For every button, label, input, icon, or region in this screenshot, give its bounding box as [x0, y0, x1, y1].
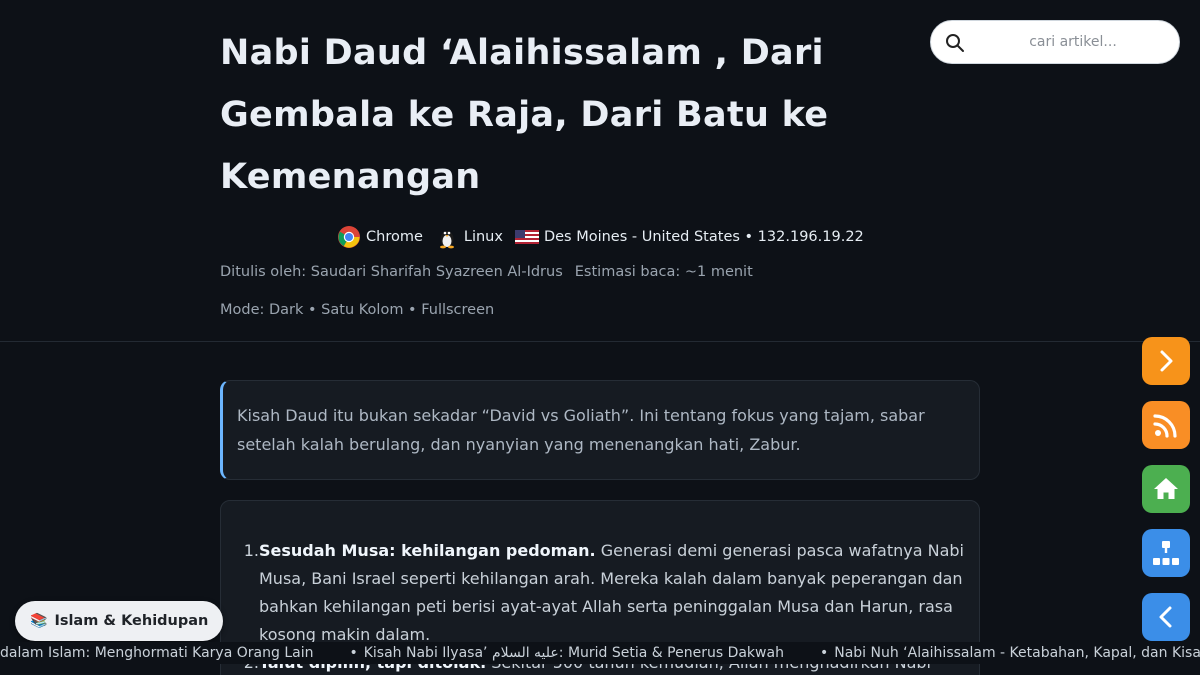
ticker-item[interactable]: Kisah Nabi Ilyasa’ عليه السلام: Murid Se…: [364, 642, 784, 664]
article-title: Nabi Daud ‘Alaihissalam , Dari Gembala k…: [220, 33, 829, 197]
list-item: 1. Sesudah Musa: kehilangan pedoman. Gen…: [237, 537, 967, 649]
home-button[interactable]: [1142, 465, 1190, 513]
search-icon: [946, 34, 964, 52]
category-label: Islam & Kehidupan: [54, 613, 209, 629]
ticker-bullet: •: [349, 645, 358, 661]
search-input[interactable]: [975, 21, 1171, 63]
chrome-icon: [338, 226, 360, 248]
location-ip: Des Moines - United States • 132.196.19.…: [543, 229, 864, 245]
rss-icon: [1153, 414, 1177, 438]
list-number: 1.: [243, 541, 259, 560]
linux-tux-icon: [439, 231, 454, 249]
ticker-item[interactable]: Nabi Nuh ‘Alaihissalam - Ketabahan, Kapa…: [834, 642, 1200, 664]
chevron-right-icon: [1160, 350, 1173, 372]
books-icon: 📚: [30, 613, 48, 629]
chevron-left-icon: [1159, 606, 1172, 628]
author-name: Ditulis oleh: Saudari Sharifah Syazreen …: [220, 264, 563, 280]
news-ticker: dalam Islam: Menghormati Karya Orang Lai…: [0, 642, 1200, 664]
next-article-button[interactable]: [1142, 337, 1190, 385]
visitor-info: Chrome Linux Des Moines - United States …: [337, 225, 864, 249]
sitemap-button[interactable]: [1142, 529, 1190, 577]
browser-name: Chrome: [366, 229, 423, 245]
previous-article-button[interactable]: [1142, 593, 1190, 641]
home-icon: [1154, 478, 1178, 499]
rss-feed-button[interactable]: [1142, 401, 1190, 449]
search-box[interactable]: [930, 20, 1180, 64]
view-mode: Mode: Dark • Satu Kolom • Fullscreen: [220, 302, 495, 318]
os-name: Linux: [463, 229, 503, 245]
read-time: Estimasi baca: ~1 menit: [574, 264, 753, 280]
us-flag-icon: [514, 230, 539, 244]
sitemap-icon: [1153, 541, 1179, 565]
article-summary: Kisah Daud itu bukan sekadar “David vs G…: [220, 380, 980, 480]
ticker-item[interactable]: dalam Islam: Menghormati Karya Orang Lai…: [0, 642, 313, 664]
ticker-bullet: •: [819, 645, 829, 661]
category-chip[interactable]: 📚 Islam & Kehidupan: [15, 601, 224, 641]
list-heading: Sesudah Musa: kehilangan pedoman.: [259, 541, 596, 560]
article-meta: Ditulis oleh: Saudari Sharifah Syazreen …: [220, 264, 753, 280]
